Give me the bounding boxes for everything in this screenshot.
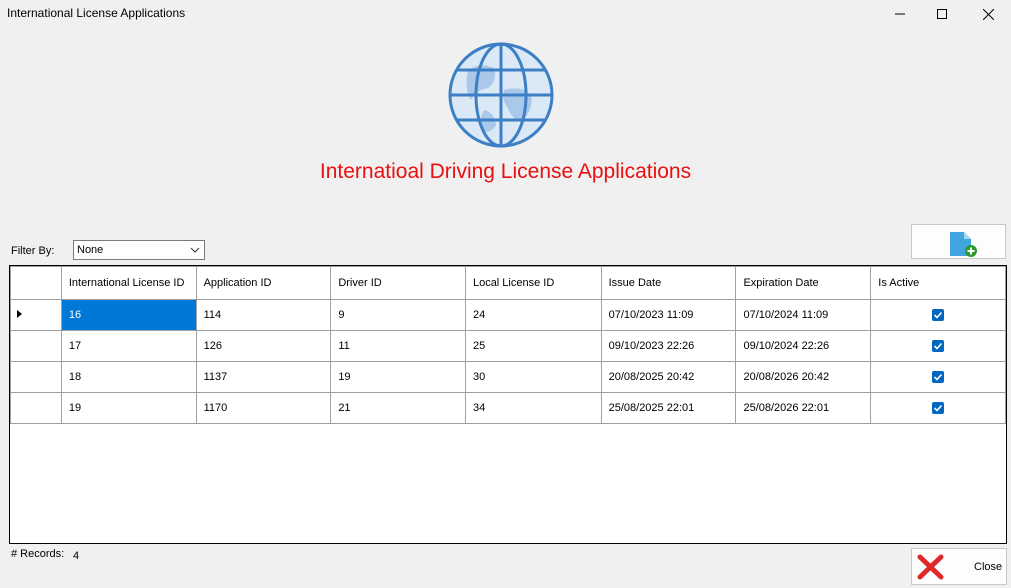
column-header[interactable]: Local License ID (464, 266, 602, 300)
row-header[interactable] (10, 392, 62, 424)
globe-icon (448, 42, 554, 148)
close-button-label: Close (974, 561, 1003, 573)
checked-checkbox-icon[interactable] (932, 309, 945, 322)
cell-expiration-date[interactable]: 25/08/2026 22:01 (735, 392, 872, 424)
cell-driver-id[interactable]: 19 (330, 361, 466, 393)
cell-app-id[interactable]: 1170 (195, 392, 332, 424)
cell-local-id[interactable]: 25 (464, 330, 602, 362)
checked-checkbox-icon[interactable] (932, 340, 945, 353)
row-header[interactable] (10, 330, 62, 362)
cell-is-active[interactable] (870, 299, 1006, 331)
table-row[interactable]: 17 126 11 25 09/10/2023 22:26 09/10/2024… (10, 330, 1006, 362)
column-header[interactable]: International License ID (60, 266, 197, 300)
cell-local-id[interactable]: 30 (464, 361, 602, 393)
filter-selected-value: None (77, 244, 104, 256)
cell-issue-date[interactable]: 25/08/2025 22:01 (600, 392, 737, 424)
cell-driver-id[interactable]: 9 (330, 299, 466, 331)
window-title: International License Applications (7, 6, 186, 20)
cell-issue-date[interactable]: 07/10/2023 11:09 (600, 299, 737, 331)
records-label: # Records: (11, 548, 65, 560)
cell-driver-id[interactable]: 21 (330, 392, 466, 424)
column-header[interactable]: Issue Date (600, 266, 737, 300)
filter-label: Filter By: (11, 245, 55, 257)
row-header[interactable] (10, 361, 62, 393)
filter-dropdown[interactable]: None (73, 240, 205, 260)
header-row: International License ID Application ID … (10, 266, 1006, 300)
row-header-selected[interactable] (10, 299, 62, 331)
cell-expiration-date[interactable]: 20/08/2026 20:42 (735, 361, 872, 393)
cell-driver-id[interactable]: 11 (330, 330, 466, 362)
current-row-arrow-icon (17, 310, 22, 318)
page-title: Internatioal Driving License Application… (319, 160, 692, 183)
title-bar: International License Applications (0, 0, 1011, 28)
cell-intl-id[interactable]: 18 (60, 361, 197, 393)
close-icon (982, 8, 994, 20)
cell-app-id[interactable]: 1137 (195, 361, 332, 393)
cell-is-active[interactable] (870, 392, 1006, 424)
column-header[interactable]: Driver ID (330, 266, 466, 300)
applications-table: International License ID Application ID … (10, 266, 1006, 424)
row-header-corner (10, 266, 62, 300)
table-row[interactable]: 16 114 9 24 07/10/2023 11:09 07/10/2024 … (10, 299, 1006, 331)
checked-checkbox-icon[interactable] (932, 371, 945, 384)
cell-intl-id[interactable]: 17 (60, 330, 197, 362)
close-window-button[interactable] (965, 0, 1011, 28)
column-header[interactable]: Expiration Date (735, 266, 872, 300)
table-row[interactable]: 18 1137 19 30 20/08/2025 20:42 20/08/202… (10, 361, 1006, 393)
cell-issue-date[interactable]: 09/10/2023 22:26 (600, 330, 737, 362)
maximize-button[interactable] (919, 0, 965, 28)
cell-intl-id[interactable]: 19 (60, 392, 197, 424)
add-application-button[interactable] (911, 224, 1006, 259)
add-application-icon (950, 232, 977, 257)
column-header[interactable]: Application ID (195, 266, 332, 300)
cell-intl-id[interactable]: 16 (60, 299, 197, 331)
red-x-icon (917, 554, 944, 580)
cell-expiration-date[interactable]: 07/10/2024 11:09 (735, 299, 872, 331)
checked-checkbox-icon[interactable] (932, 402, 945, 415)
minimize-button[interactable] (877, 0, 923, 28)
cell-local-id[interactable]: 24 (464, 299, 602, 331)
column-header[interactable]: Is Active (870, 266, 1006, 300)
minimize-icon (895, 13, 905, 15)
records-count: 4 (73, 550, 80, 562)
table-row[interactable]: 19 1170 21 34 25/08/2025 22:01 25/08/202… (10, 392, 1006, 424)
cell-app-id[interactable]: 114 (195, 299, 332, 331)
cell-issue-date[interactable]: 20/08/2025 20:42 (600, 361, 737, 393)
applications-grid[interactable]: International License ID Application ID … (9, 265, 1007, 544)
close-button[interactable]: Close (911, 548, 1007, 585)
chevron-down-icon (190, 247, 200, 253)
maximize-icon (937, 9, 947, 19)
cell-is-active[interactable] (870, 330, 1006, 362)
cell-app-id[interactable]: 126 (195, 330, 332, 362)
cell-expiration-date[interactable]: 09/10/2024 22:26 (735, 330, 872, 362)
cell-local-id[interactable]: 34 (464, 392, 602, 424)
cell-is-active[interactable] (870, 361, 1006, 393)
